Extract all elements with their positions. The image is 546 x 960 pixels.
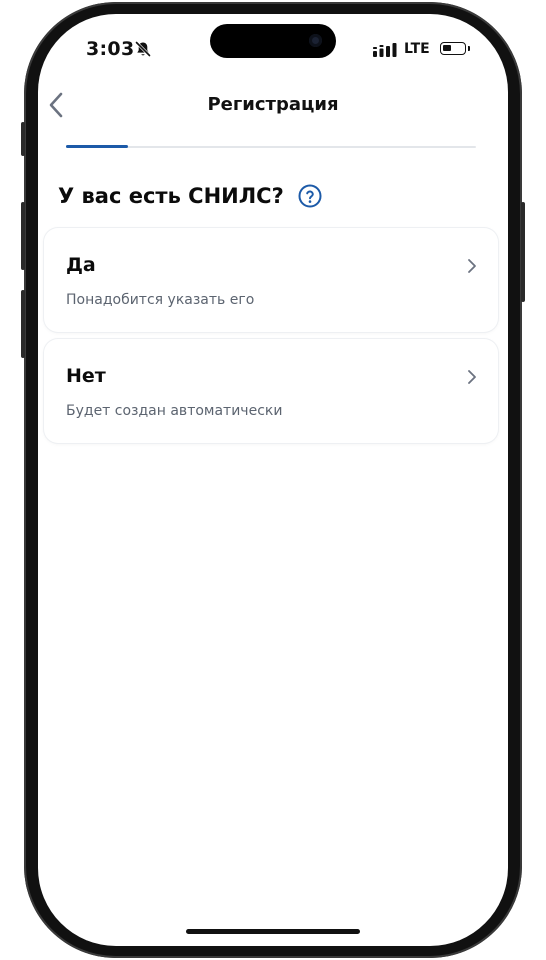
chevron-right-icon [468,259,476,273]
camera-icon [309,34,322,47]
status-bar: 3:03 LTE [38,14,508,74]
option-card-yes[interactable]: Да Понадобится указать его [44,228,498,332]
option-card-no[interactable]: Нет Будет создан автоматически [44,339,498,443]
volume-up-button [21,202,25,270]
option-title: Нет [66,365,106,387]
action-button [21,122,25,156]
volume-down-button [21,290,25,358]
option-title: Да [66,254,96,276]
progress-bar [66,145,476,148]
chevron-right-icon [468,370,476,384]
home-indicator[interactable] [186,929,360,934]
option-subtitle: Будет создан автоматически [66,403,283,419]
option-subtitle: Понадобится указать его [66,292,255,308]
question-circle-icon[interactable] [298,184,322,208]
battery-icon [440,42,470,55]
nav-bar: Регистрация [38,84,508,126]
progress-fill [66,145,128,148]
network-type: LTE [404,41,430,57]
page-title: Регистрация [207,94,339,115]
bell-slash-icon [135,41,151,57]
phone-frame: 3:03 LTE Регистрация У вас есть СНИЛС? Д… [21,2,525,958]
question-heading: У вас есть СНИЛС? [58,184,284,208]
phone-screen: 3:03 LTE Регистрация У вас есть СНИЛС? Д… [38,14,508,946]
dynamic-island [210,24,336,58]
power-button [521,202,525,302]
cellular-signal-icon [373,43,397,57]
status-time: 3:03 [86,38,135,60]
